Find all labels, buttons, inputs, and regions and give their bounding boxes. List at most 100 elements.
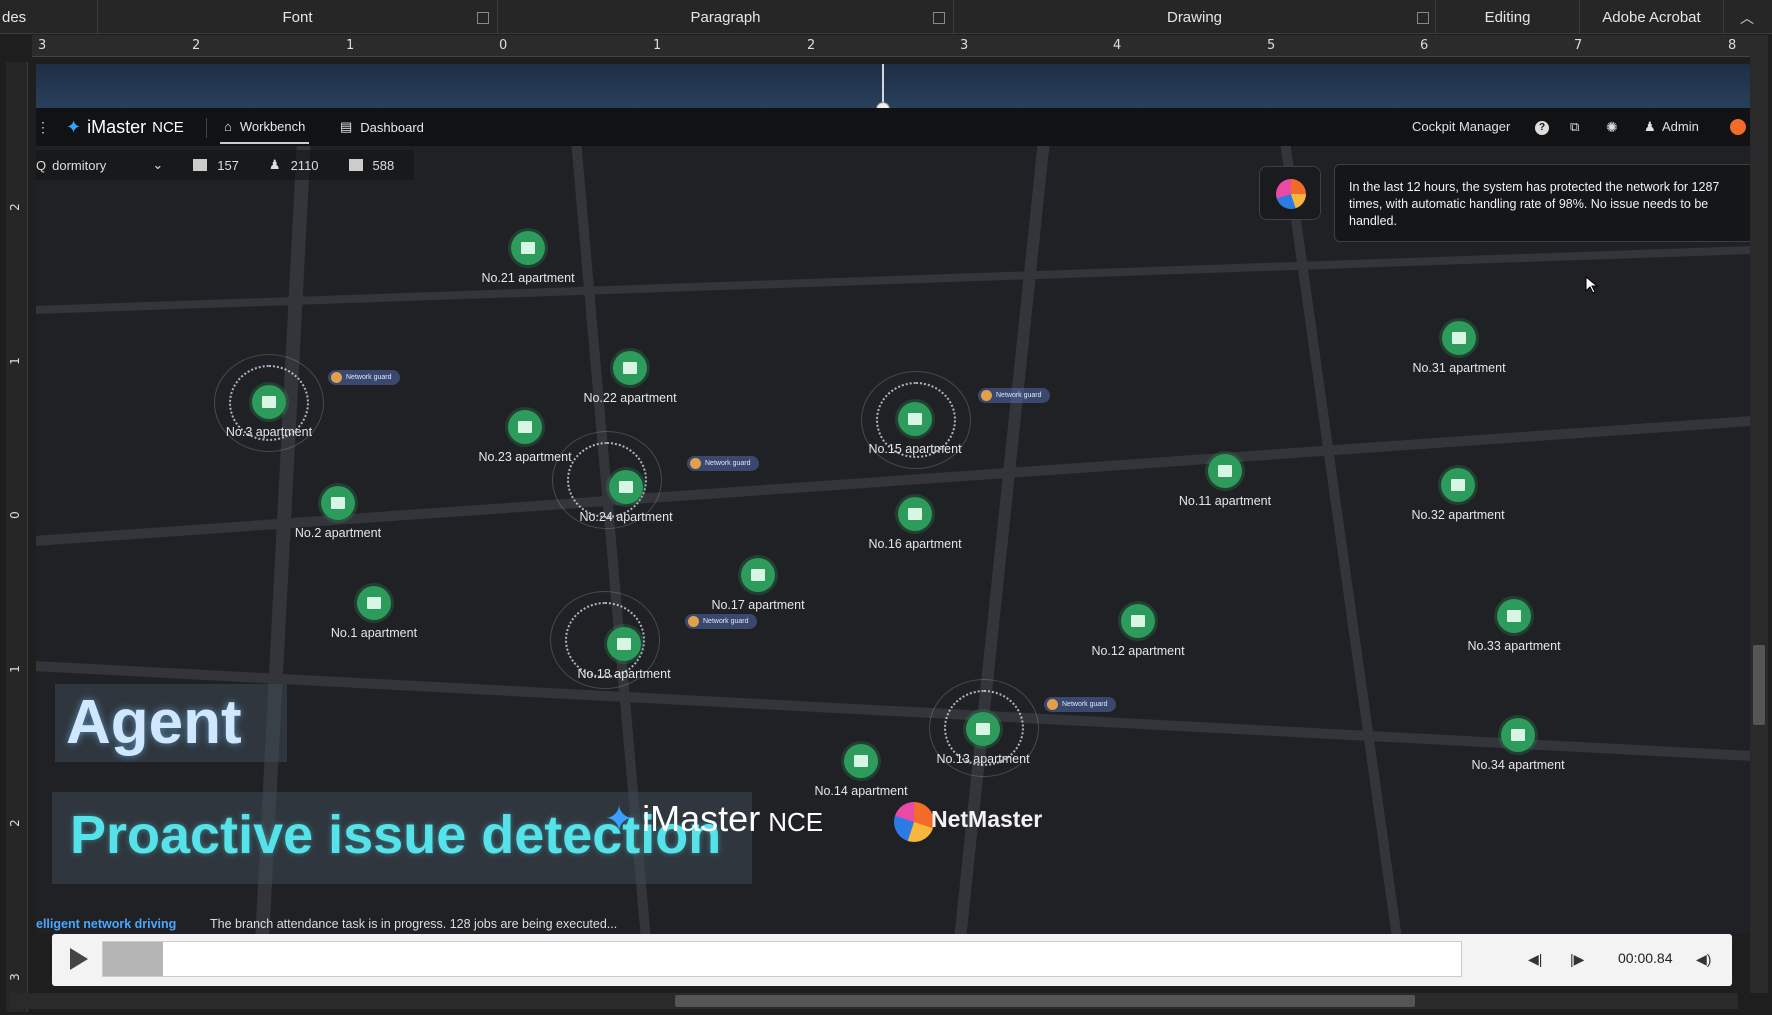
dialog-launcher-icon[interactable] — [477, 12, 489, 24]
ribbon-group-label: Editing — [1484, 8, 1531, 26]
ribbon-group-styles[interactable]: des — [0, 0, 98, 34]
dialog-launcher-icon[interactable] — [1417, 12, 1429, 24]
ribbon-group-label: Font — [282, 8, 313, 26]
guard-label: Network guard — [346, 374, 392, 381]
tab-workbench[interactable]: ⌂ Workbench — [219, 119, 310, 144]
horizontal-ruler[interactable]: 3 2 1 0 1 2 3 4 5 6 7 8 — [32, 35, 1750, 57]
ruler-number: 0 — [7, 511, 22, 519]
ruler-number: 5 — [1267, 38, 1276, 53]
stat-value: 588 — [372, 157, 395, 173]
netmaster-icon[interactable] — [1730, 119, 1746, 135]
ribbon-group-editing[interactable]: Editing — [1436, 0, 1580, 34]
ruler-number: 7 — [1574, 38, 1583, 53]
network-guard-badge[interactable]: Network guard — [687, 456, 759, 471]
ruler-number: 3 — [7, 973, 22, 981]
building-pin-icon — [1501, 718, 1535, 752]
volume-icon[interactable]: ◀) — [1696, 951, 1711, 968]
apartment-node-17[interactable]: No.17 apartment — [698, 558, 818, 612]
divider — [206, 118, 207, 138]
tab-label: Dashboard — [360, 119, 424, 135]
apartment-label: No.3 apartment — [225, 425, 313, 439]
theme-icon[interactable]: ✺ — [1606, 119, 1618, 136]
cockpit-manager-link[interactable]: Cockpit Manager — [1412, 119, 1510, 134]
apartment-node-18[interactable]: No.18 apartment — [564, 627, 684, 681]
building-pin-icon — [1208, 454, 1242, 488]
apartment-node-15[interactable]: No.15 apartment — [855, 402, 975, 456]
ruler-number: 1 — [7, 357, 22, 365]
search-dropdown[interactable]: Q dormitory ⌄ — [36, 157, 163, 173]
apartment-label: No.15 apartment — [868, 442, 962, 456]
netmaster-logo-text: NetMaster — [931, 806, 1043, 832]
network-guard-badge[interactable]: Network guard — [328, 370, 400, 385]
network-guard-badge[interactable]: Network guard — [978, 388, 1050, 403]
stat-value: 2110 — [290, 157, 319, 173]
guard-label: Network guard — [703, 618, 749, 625]
step-back-icon[interactable]: ◀| — [1528, 951, 1542, 968]
play-icon[interactable] — [70, 948, 88, 970]
ribbon-bar: des Font Paragraph Drawing Editing Adobe… — [0, 0, 1772, 34]
ribbon-group-paragraph[interactable]: Paragraph — [498, 0, 954, 34]
tab-label: Workbench — [239, 119, 306, 134]
step-forward-icon[interactable]: |▶ — [1570, 951, 1584, 968]
imaster-logo-icon: ✦ — [604, 798, 635, 839]
apartment-label: No.2 apartment — [294, 526, 382, 540]
apartment-node-13[interactable]: No.13 apartment — [923, 712, 1043, 766]
ruler-number: 1 — [653, 38, 662, 53]
apartment-node-12[interactable]: No.12 apartment — [1078, 604, 1198, 658]
vertical-scrollbar[interactable] — [1750, 35, 1768, 993]
menu-icon[interactable]: ⋮ — [36, 119, 50, 136]
apartment-node-22[interactable]: No.22 apartment — [570, 351, 690, 405]
app-brand[interactable]: ✦ iMaster NCE — [66, 117, 184, 138]
tab-dashboard[interactable]: ▤ Dashboard — [340, 119, 424, 135]
assistant-logo-icon — [1276, 179, 1306, 209]
scroll-thumb[interactable] — [675, 995, 1415, 1007]
mouse-cursor-icon — [1585, 276, 1599, 294]
ruler-number: 3 — [960, 38, 969, 53]
logo-name: iMaster — [642, 798, 761, 839]
apartment-node-16[interactable]: No.16 apartment — [855, 497, 975, 551]
ruler-number: 3 — [38, 38, 47, 53]
building-icon — [193, 159, 208, 171]
apartment-node-3[interactable]: No.3 apartment — [209, 385, 329, 439]
search-value: dormitory — [52, 157, 107, 173]
scroll-thumb[interactable] — [1753, 645, 1765, 725]
vertical-ruler[interactable]: 2 1 0 1 2 3 — [6, 62, 28, 1012]
seek-progress[interactable] — [103, 942, 163, 976]
horizontal-scrollbar[interactable] — [10, 993, 1738, 1009]
ribbon-group-acrobat[interactable]: Adobe Acrobat — [1580, 0, 1724, 34]
home-icon: ⌂ — [224, 119, 232, 134]
building-pin-icon — [898, 402, 932, 436]
apartment-node-23[interactable]: No.23 apartment — [465, 410, 585, 464]
assistant-orb[interactable] — [1259, 166, 1321, 220]
building-pin-icon — [898, 497, 932, 531]
building-pin-icon — [1121, 604, 1155, 638]
user-name[interactable]: Admin — [1662, 119, 1699, 134]
ribbon-group-font[interactable]: Font — [98, 0, 498, 34]
apartment-node-24[interactable]: No.24 apartment — [566, 470, 686, 524]
apartment-node-32[interactable]: No.32 apartment — [1398, 468, 1518, 522]
seek-track[interactable] — [102, 941, 1462, 977]
help-icon[interactable]: ? — [1535, 121, 1549, 135]
apartment-node-2[interactable]: No.2 apartment — [278, 486, 398, 540]
stat-devices: 588 — [348, 157, 395, 173]
dialog-launcher-icon[interactable] — [933, 12, 945, 24]
window-icon[interactable]: ⧉ — [1570, 119, 1579, 135]
network-guard-badge[interactable]: Network guard — [1044, 697, 1116, 712]
stat-users: ♟ 2110 — [269, 157, 319, 173]
apartment-label: No.23 apartment — [478, 450, 572, 464]
apartment-node-31[interactable]: No.31 apartment — [1399, 321, 1519, 375]
apartment-node-11[interactable]: No.11 apartment — [1165, 454, 1285, 508]
slide-canvas[interactable]: ⋮ ✦ iMaster NCE ⌂ Workbench ▤ Dashboard … — [36, 64, 1750, 934]
collapse-ribbon-icon[interactable]: ︿ — [1740, 8, 1754, 28]
building-pin-icon — [1441, 468, 1475, 502]
network-guard-badge[interactable]: Network guard — [685, 614, 757, 629]
apartment-node-14[interactable]: No.14 apartment — [801, 744, 921, 798]
brand-suffix: NCE — [152, 119, 184, 136]
apartment-node-1[interactable]: No.1 apartment — [314, 586, 434, 640]
apartment-node-33[interactable]: No.33 apartment — [1454, 599, 1574, 653]
ribbon-group-drawing[interactable]: Drawing — [954, 0, 1436, 34]
apartment-node-21[interactable]: No.21 apartment — [468, 231, 588, 285]
apartment-node-34[interactable]: No.34 apartment — [1458, 718, 1578, 772]
brand-name: iMaster — [87, 117, 147, 137]
guard-label: Network guard — [996, 392, 1042, 399]
